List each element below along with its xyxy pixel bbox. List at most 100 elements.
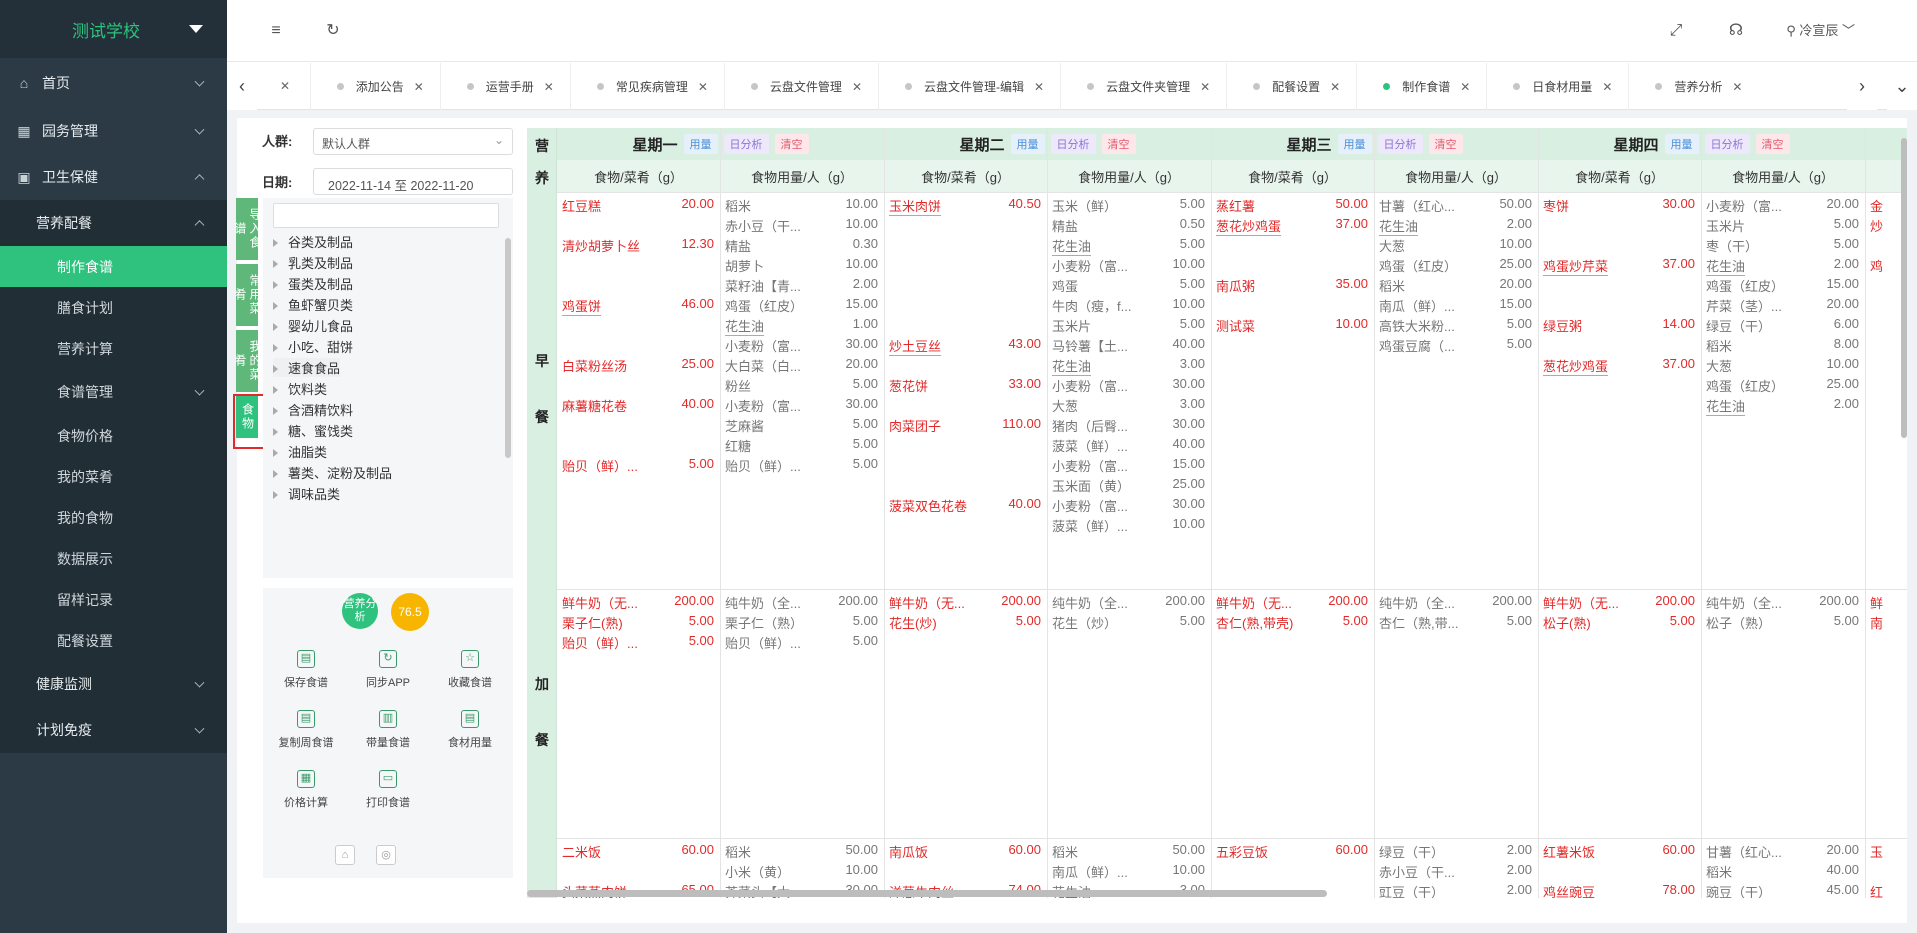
ingredient-quantity[interactable]: 5.00 bbox=[1141, 196, 1205, 211]
ingredient-quantity[interactable]: 20.00 bbox=[1795, 296, 1859, 311]
ingredient-name[interactable]: 菜籽油【青... bbox=[725, 276, 801, 295]
tool-button[interactable]: ▭ 打印食谱 bbox=[347, 770, 429, 810]
dish-quantity[interactable]: 35.00 bbox=[1304, 276, 1368, 291]
ingredient-name[interactable]: 小米（黄） bbox=[725, 862, 790, 881]
tab-item[interactable]: 云盘文件管理 ✕ bbox=[723, 62, 878, 110]
side-tab[interactable]: 导入食谱 bbox=[233, 198, 262, 260]
dish-quantity[interactable]: 110.00 bbox=[977, 416, 1041, 431]
sidebar-item[interactable]: 计划免疫 bbox=[0, 707, 227, 753]
side-tab[interactable]: 常用菜肴 bbox=[233, 264, 262, 326]
ingredient-quantity[interactable]: 10.00 bbox=[814, 196, 878, 211]
usage-button[interactable]: 用量 bbox=[683, 134, 718, 154]
dish-quantity[interactable]: 60.00 bbox=[1631, 842, 1695, 857]
tab-item[interactable]: 添加公告 ✕ bbox=[309, 62, 440, 110]
ingredient-quantity[interactable]: 200.00 bbox=[1141, 593, 1205, 608]
ingredient-quantity[interactable]: 10.00 bbox=[1795, 356, 1859, 371]
ingredient-name[interactable]: 大葱 bbox=[1052, 396, 1078, 415]
grid-vertical-scrollbar[interactable] bbox=[1901, 138, 1907, 438]
ingredient-quantity[interactable]: 25.00 bbox=[1795, 376, 1859, 391]
sidebar-item[interactable]: 我的食物 bbox=[0, 497, 227, 538]
dish-name[interactable]: 麻薯糖花卷 bbox=[562, 396, 627, 415]
ingredient-name[interactable]: 花生油 bbox=[1706, 256, 1746, 276]
ingredient-quantity[interactable]: 5.00 bbox=[814, 376, 878, 391]
sidebar-item[interactable]: 食谱管理 bbox=[0, 369, 227, 415]
ingredient-quantity[interactable]: 5.00 bbox=[814, 436, 878, 451]
tool-button[interactable]: ▥ 带量食谱 bbox=[347, 710, 429, 750]
ingredient-name[interactable]: 鸡蛋（红皮） bbox=[1706, 276, 1784, 295]
dish-quantity[interactable]: 200.00 bbox=[650, 593, 714, 608]
ingredient-name[interactable]: 花生油 bbox=[725, 316, 765, 336]
tool-button[interactable]: ☆ 收藏食谱 bbox=[429, 650, 511, 690]
fullscreen-icon[interactable]: ⤢ bbox=[1667, 22, 1685, 40]
ingredient-name[interactable]: 鸡蛋（红皮） bbox=[725, 296, 803, 315]
dish-quantity[interactable]: 50.00 bbox=[1304, 196, 1368, 211]
dish-name[interactable]: 葱花炒鸡蛋 bbox=[1543, 356, 1609, 376]
category-item[interactable]: 乳类及制品 bbox=[273, 253, 353, 272]
dish-quantity[interactable]: 30.00 bbox=[1631, 196, 1695, 211]
ingredient-name[interactable]: 粉丝 bbox=[725, 376, 751, 395]
sidebar-item[interactable]: ⌂ 首页 bbox=[0, 58, 227, 108]
ingredient-quantity[interactable]: 30.00 bbox=[1141, 416, 1205, 431]
ingredient-quantity[interactable]: 30.00 bbox=[814, 336, 878, 351]
ingredient-name[interactable]: 小麦粉（富... bbox=[1052, 496, 1128, 515]
ingredient-name[interactable]: 绿豆（干） bbox=[1706, 316, 1771, 335]
ingredient-quantity[interactable]: 5.00 bbox=[814, 633, 878, 648]
ingredient-quantity[interactable]: 2.00 bbox=[1795, 256, 1859, 271]
ingredient-quantity[interactable]: 2.00 bbox=[814, 276, 878, 291]
dish-quantity[interactable]: 200.00 bbox=[1304, 593, 1368, 608]
ingredient-name[interactable]: 小麦粉（富... bbox=[1052, 376, 1128, 395]
close-icon[interactable]: ✕ bbox=[698, 80, 708, 94]
dish-quantity[interactable]: 60.00 bbox=[1304, 842, 1368, 857]
ingredient-quantity[interactable]: 2.00 bbox=[1795, 396, 1859, 411]
settings-icon[interactable]: ◎ bbox=[376, 845, 396, 865]
dish-quantity[interactable]: 40.00 bbox=[650, 396, 714, 411]
ingredient-quantity[interactable]: 25.00 bbox=[1468, 256, 1532, 271]
sidebar-item[interactable]: 制作食谱 bbox=[0, 246, 227, 287]
tab-item[interactable]: 云盘文件管理-编辑 ✕ bbox=[878, 62, 1060, 110]
ingredient-quantity[interactable]: 5.00 bbox=[814, 456, 878, 471]
ingredient-name[interactable]: 精盐 bbox=[725, 236, 751, 255]
dish-name[interactable]: 贻贝（鲜）... bbox=[562, 456, 638, 475]
ingredient-quantity[interactable]: 1.00 bbox=[814, 316, 878, 331]
dish-quantity[interactable]: 5.00 bbox=[1304, 613, 1368, 628]
dish-quantity[interactable]: 33.00 bbox=[977, 376, 1041, 391]
sidebar-item[interactable]: 数据展示 bbox=[0, 538, 227, 579]
ingredient-name[interactable]: 鸡蛋豆腐（... bbox=[1379, 336, 1455, 355]
ingredient-quantity[interactable]: 20.00 bbox=[1468, 276, 1532, 291]
dish-quantity[interactable]: 5.00 bbox=[650, 456, 714, 471]
close-icon[interactable]: ✕ bbox=[280, 79, 290, 93]
ingredient-name[interactable]: 大葱 bbox=[1379, 236, 1405, 255]
sidebar-item[interactable]: 留样记录 bbox=[0, 579, 227, 620]
ingredient-quantity[interactable]: 0.50 bbox=[1141, 216, 1205, 231]
dish-quantity[interactable]: 37.00 bbox=[1631, 256, 1695, 271]
ingredient-quantity[interactable]: 200.00 bbox=[1468, 593, 1532, 608]
ingredient-quantity[interactable]: 10.00 bbox=[814, 862, 878, 877]
dish-name[interactable]: 南瓜粥 bbox=[1216, 276, 1255, 295]
usage-button[interactable]: 用量 bbox=[1010, 134, 1045, 154]
dish-quantity[interactable]: 12.30 bbox=[650, 236, 714, 251]
ingredient-quantity[interactable]: 20.00 bbox=[1795, 842, 1859, 857]
dish-name[interactable]: 鸡蛋炒芹菜 bbox=[1543, 256, 1609, 276]
ingredient-name[interactable]: 南瓜（鲜）... bbox=[1379, 296, 1455, 315]
user-menu[interactable]: ⚲ 冷宣辰 ﹀ bbox=[1786, 20, 1855, 39]
sidebar-item[interactable]: 营养计算 bbox=[0, 328, 227, 369]
ingredient-name[interactable]: 小麦粉（富... bbox=[1052, 256, 1128, 275]
tool-button[interactable]: ▤ 食材用量 bbox=[429, 710, 511, 750]
ingredient-name[interactable]: 牛肉（瘦，f... bbox=[1052, 296, 1131, 315]
ingredient-name[interactable]: 甘薯（红心... bbox=[1379, 196, 1455, 215]
close-icon[interactable]: ✕ bbox=[1460, 80, 1470, 94]
ingredient-name[interactable]: 芝麻酱 bbox=[725, 416, 764, 435]
ingredient-quantity[interactable]: 15.00 bbox=[1468, 296, 1532, 311]
ingredient-name[interactable]: 纯牛奶（全... bbox=[1379, 593, 1455, 612]
ingredient-quantity[interactable]: 30.00 bbox=[1141, 496, 1205, 511]
ingredient-quantity[interactable]: 45.00 bbox=[1795, 882, 1859, 897]
clear-button[interactable]: 清空 bbox=[774, 134, 809, 154]
ingredient-name[interactable]: 南瓜（鲜）... bbox=[1052, 862, 1128, 881]
ingredient-name[interactable]: 豌豆（干） bbox=[1706, 882, 1771, 898]
dish-quantity[interactable]: 46.00 bbox=[650, 296, 714, 311]
close-icon[interactable]: ✕ bbox=[414, 80, 424, 94]
ingredient-quantity[interactable]: 25.00 bbox=[1141, 476, 1205, 491]
ingredient-quantity[interactable]: 5.00 bbox=[1795, 613, 1859, 628]
category-item[interactable]: 小吃、甜饼 bbox=[273, 337, 353, 356]
date-range-input[interactable]: 2022-11-14 至 2022-11-20 bbox=[313, 168, 513, 195]
